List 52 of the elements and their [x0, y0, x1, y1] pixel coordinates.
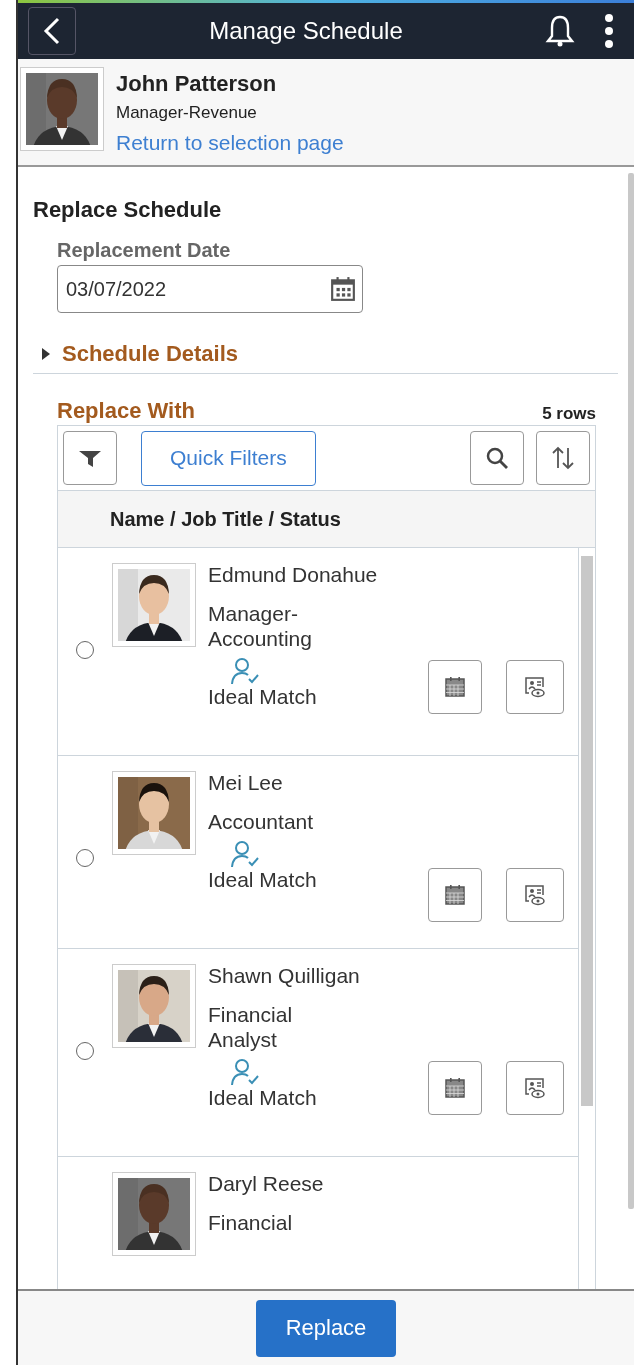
scrollbar[interactable]	[628, 173, 634, 1209]
job-title: Financial Analyst	[208, 1002, 294, 1053]
schedule-button[interactable]	[428, 1061, 482, 1115]
person-check-icon	[230, 1058, 260, 1087]
calendar-icon	[443, 675, 467, 699]
page-title: Manage Schedule	[208, 17, 404, 45]
section-title: Replace Schedule	[33, 197, 223, 223]
employee-job-title: Manager-Revenue	[116, 103, 258, 123]
filter-button[interactable]	[63, 431, 117, 485]
search-icon	[484, 445, 510, 471]
person-name: Edmund Donahue	[208, 563, 379, 587]
bell-icon	[544, 14, 576, 48]
back-button[interactable]	[28, 7, 76, 55]
profile-button[interactable]	[506, 660, 564, 714]
schedule-button[interactable]	[428, 868, 482, 922]
profile-card-view-icon	[523, 1076, 547, 1100]
person-check-icon	[230, 840, 260, 869]
calendar-icon	[443, 883, 467, 907]
employee-name: John Patterson	[116, 71, 278, 97]
profile-card-view-icon	[523, 675, 547, 699]
schedule-button[interactable]	[428, 660, 482, 714]
person-name: Daryl Reese	[208, 1172, 325, 1196]
search-button[interactable]	[470, 431, 524, 485]
field-label: Replacement Date	[57, 239, 232, 262]
calendar-icon	[443, 1076, 467, 1100]
profile-button[interactable]	[506, 1061, 564, 1115]
return-link[interactable]: Return to selection page	[116, 131, 344, 155]
replace-button[interactable]: Replace	[255, 1299, 397, 1357]
quick-filters-button[interactable]: Quick Filters	[141, 430, 316, 486]
schedule-details-toggle[interactable]: Schedule Details	[33, 341, 239, 367]
select-radio[interactable]	[76, 641, 94, 659]
match-status: Ideal Match	[208, 685, 318, 710]
person-check-icon	[230, 657, 260, 686]
more-icon	[604, 14, 614, 48]
job-title: Financial	[208, 1210, 294, 1236]
profile-button[interactable]	[506, 868, 564, 922]
person-name: Mei Lee	[208, 771, 284, 795]
job-title: Accountant	[208, 809, 315, 835]
job-title: Manager- Accounting	[208, 601, 313, 652]
replace-with-title: Replace With	[57, 398, 195, 424]
column-header: Name / Job Title / Status	[58, 490, 595, 547]
calendar-icon	[330, 276, 356, 302]
select-radio[interactable]	[76, 1042, 94, 1060]
person-name: Shawn Quilligan	[208, 964, 361, 988]
select-radio[interactable]	[76, 849, 94, 867]
sort-button[interactable]	[536, 431, 590, 485]
profile-card-view-icon	[523, 883, 547, 907]
date-field[interactable]: 03/07/2022	[57, 265, 363, 313]
match-status: Ideal Match	[208, 868, 318, 893]
row-count: 5 rows	[542, 404, 596, 424]
scrollbar[interactable]	[581, 556, 593, 1106]
match-status: Ideal Match	[208, 1086, 318, 1111]
